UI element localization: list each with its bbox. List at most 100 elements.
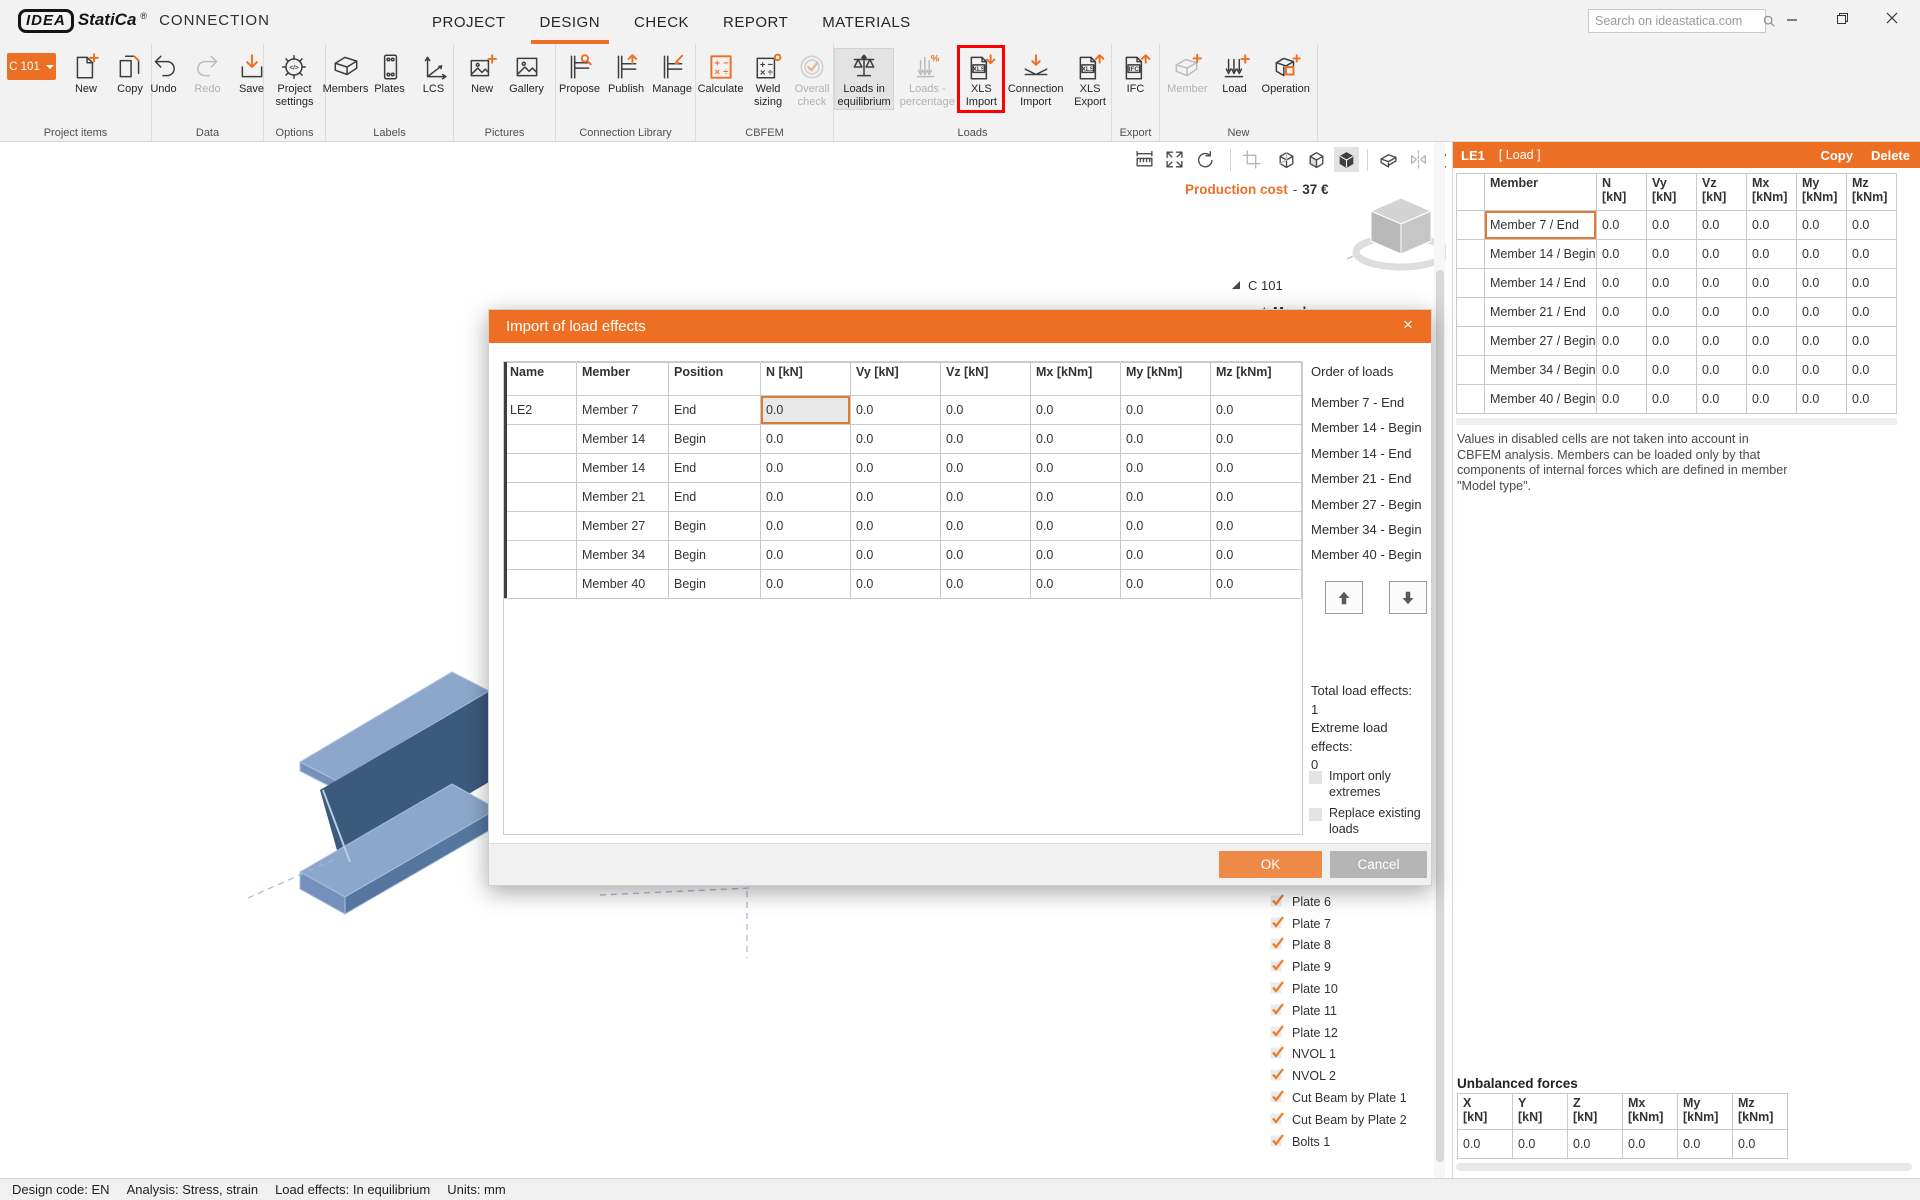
checked-checkbox-icon[interactable]: [1270, 1067, 1285, 1085]
section-icon[interactable]: [1376, 147, 1401, 172]
tree-item-plate-12[interactable]: Plate 12: [1270, 1022, 1407, 1044]
plates-button[interactable]: Plates: [369, 48, 411, 98]
cell[interactable]: 0.0: [1797, 211, 1847, 240]
cell[interactable]: Member 27 / Begin: [1485, 327, 1597, 356]
cell[interactable]: Begin: [669, 570, 761, 599]
checked-checkbox-icon[interactable]: [1270, 1024, 1285, 1042]
cell[interactable]: 0.0: [1597, 269, 1647, 298]
cell[interactable]: 0.0: [1597, 298, 1647, 327]
cell[interactable]: 0.0: [1847, 211, 1897, 240]
cell[interactable]: 0.0: [1211, 454, 1302, 483]
checkbox-icon[interactable]: [1309, 808, 1322, 821]
panel-hscrollbar[interactable]: [1456, 418, 1897, 425]
cell[interactable]: 0.0: [941, 396, 1031, 425]
xls-export-button[interactable]: XLSXLSExport: [1069, 48, 1111, 110]
copy-load-button[interactable]: Copy: [1820, 148, 1853, 163]
cell[interactable]: 0.0: [1597, 356, 1647, 385]
new-button[interactable]: New: [461, 48, 503, 98]
fit-icon[interactable]: [1162, 147, 1187, 172]
cell[interactable]: 0.0: [851, 454, 941, 483]
measure-icon[interactable]: [1132, 147, 1157, 172]
tree-item-cut-beam-by-plate-2[interactable]: Cut Beam by Plate 2: [1270, 1109, 1407, 1131]
search-input[interactable]: [1589, 14, 1762, 28]
cell[interactable]: 0.0: [941, 454, 1031, 483]
tab-materials[interactable]: MATERIALS: [805, 0, 927, 44]
undo-button[interactable]: Undo: [143, 48, 185, 98]
cell[interactable]: [505, 570, 577, 599]
cell[interactable]: Member 14 / End: [1485, 269, 1597, 298]
cell[interactable]: 0.0: [1121, 425, 1211, 454]
checked-checkbox-icon[interactable]: [1270, 915, 1285, 933]
tree-node-project[interactable]: C 101: [1232, 272, 1330, 298]
cell[interactable]: 0.0: [761, 512, 851, 541]
cell[interactable]: 0.0: [1121, 570, 1211, 599]
cell[interactable]: 0.0: [1597, 211, 1647, 240]
cell[interactable]: Member 34 / Begin: [1485, 356, 1597, 385]
cell[interactable]: 0.0: [1847, 327, 1897, 356]
cell[interactable]: [505, 425, 577, 454]
cell[interactable]: 0.0: [1797, 240, 1847, 269]
tab-report[interactable]: REPORT: [706, 0, 805, 44]
new-button[interactable]: New: [65, 48, 107, 98]
cell[interactable]: 0.0: [1211, 483, 1302, 512]
cell[interactable]: 0.0: [1697, 211, 1747, 240]
checked-checkbox-icon[interactable]: [1270, 980, 1285, 998]
cell[interactable]: [505, 454, 577, 483]
cell[interactable]: 0.0: [1597, 327, 1647, 356]
cell[interactable]: 0.0: [1697, 356, 1747, 385]
publish-button[interactable]: Publish: [605, 48, 647, 98]
cell[interactable]: 0.0: [1211, 425, 1302, 454]
cell[interactable]: End: [669, 483, 761, 512]
cell[interactable]: 0.0: [1847, 356, 1897, 385]
delete-load-button[interactable]: Delete: [1871, 148, 1910, 163]
dialog-titlebar[interactable]: Import of load effects: [489, 310, 1431, 343]
tree-item-plate-9[interactable]: Plate 9: [1270, 956, 1407, 978]
cell[interactable]: 0.0: [1847, 298, 1897, 327]
lcs-button[interactable]: LCS: [413, 48, 455, 98]
cell[interactable]: 0.0: [941, 483, 1031, 512]
cell[interactable]: 0.0: [1847, 240, 1897, 269]
checked-checkbox-icon[interactable]: [1270, 1002, 1285, 1020]
cell[interactable]: 0.0: [1031, 570, 1121, 599]
cell[interactable]: Member 14 / Begin: [1485, 240, 1597, 269]
rotate-icon[interactable]: [1192, 147, 1217, 172]
cell[interactable]: 0.0: [1211, 570, 1302, 599]
cell[interactable]: 0.0: [761, 541, 851, 570]
navigation-cube[interactable]: [1345, 192, 1446, 276]
cell[interactable]: 0.0: [1647, 385, 1697, 414]
cell[interactable]: 0.0: [1747, 211, 1797, 240]
cell[interactable]: Begin: [669, 425, 761, 454]
cell[interactable]: Member 7 / End: [1485, 211, 1597, 240]
cell[interactable]: 0.0: [1697, 298, 1747, 327]
checked-checkbox-icon[interactable]: [1270, 1111, 1285, 1129]
cell[interactable]: 0.0: [1747, 356, 1797, 385]
tree-item-plate-6[interactable]: Plate 6: [1270, 891, 1407, 913]
tree-item-nvol-2[interactable]: NVOL 2: [1270, 1065, 1407, 1087]
weld-sizing-button[interactable]: +−×÷Weldsizing: [747, 48, 789, 110]
checkbox-icon[interactable]: [1309, 771, 1322, 784]
cell[interactable]: 0.0: [851, 570, 941, 599]
minimize-icon[interactable]: [1778, 6, 1806, 30]
tree-scrollbar[interactable]: [1434, 142, 1445, 1178]
cell[interactable]: 0.0: [941, 512, 1031, 541]
cube-hidden-icon[interactable]: [1304, 147, 1329, 172]
cell[interactable]: Member 40: [577, 570, 669, 599]
cell[interactable]: Member 27: [577, 512, 669, 541]
tree-item-plate-10[interactable]: Plate 10: [1270, 978, 1407, 1000]
cell[interactable]: 0.0: [1647, 211, 1697, 240]
project-settings-button[interactable]: </>Projectsettings: [272, 48, 318, 110]
cell[interactable]: 0.0: [941, 425, 1031, 454]
checked-checkbox-icon[interactable]: [1270, 1133, 1285, 1151]
cell[interactable]: Member 21 / End: [1485, 298, 1597, 327]
move-up-button[interactable]: [1325, 581, 1363, 614]
cell[interactable]: 0.0: [761, 570, 851, 599]
cell[interactable]: 0.0: [851, 396, 941, 425]
cell[interactable]: 0.0: [1031, 425, 1121, 454]
cell[interactable]: 0.0: [1697, 327, 1747, 356]
cell[interactable]: 0.0: [1597, 240, 1647, 269]
cell[interactable]: 0.0: [1747, 385, 1797, 414]
cell[interactable]: 0.0: [1031, 454, 1121, 483]
operation-button[interactable]: Operation: [1258, 48, 1314, 98]
ifc-button[interactable]: IFCIFC: [1115, 48, 1157, 98]
cell[interactable]: 0.0: [941, 570, 1031, 599]
